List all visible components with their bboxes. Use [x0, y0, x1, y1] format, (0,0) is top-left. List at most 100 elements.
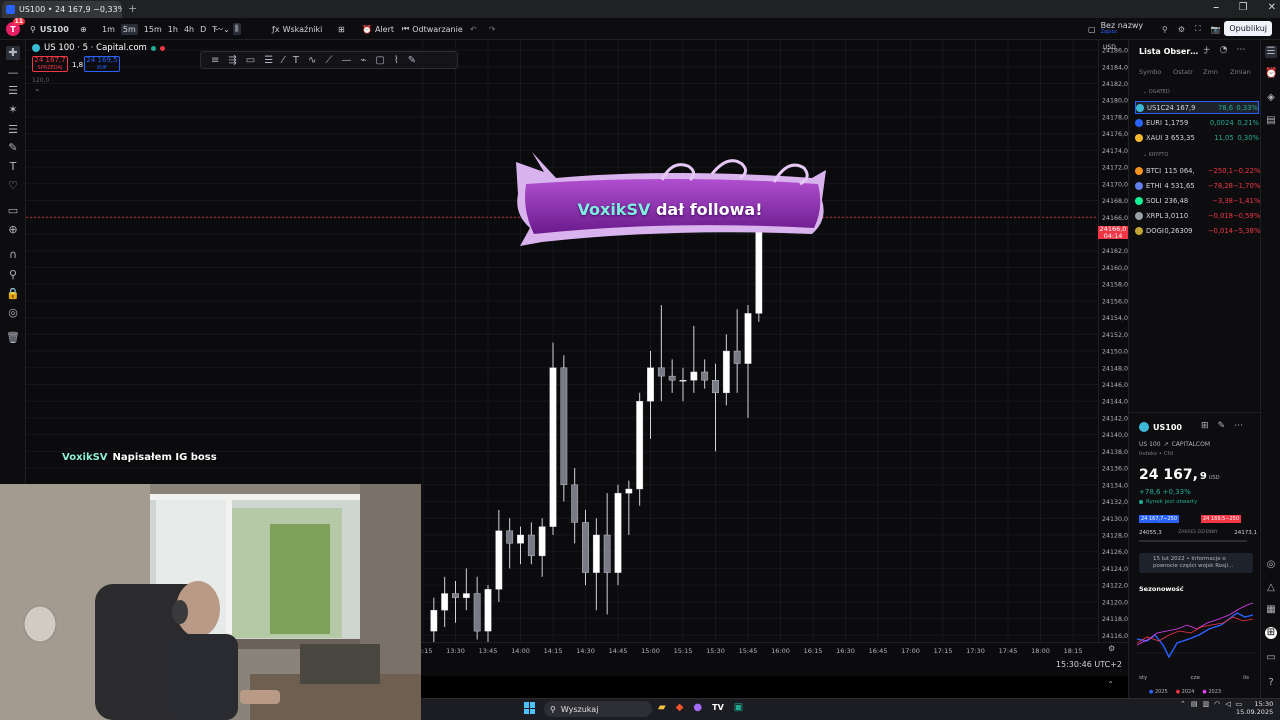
taskbar-clock[interactable]: 15:30 15.09.2025: [1236, 700, 1273, 716]
watchlist-row[interactable]: ETHI 4 531,65 −78,28 −1,70%: [1135, 179, 1260, 192]
calendar-icon[interactable]: ▦: [1265, 604, 1277, 616]
more-icon[interactable]: ⋯: [1234, 421, 1243, 431]
grid-view-icon[interactable]: ⊞: [1201, 421, 1209, 431]
col-symbol[interactable]: Symbo: [1139, 68, 1173, 76]
text-tool-icon[interactable]: T: [6, 160, 20, 174]
visibility-icon[interactable]: ◎: [6, 306, 20, 320]
edit-icon[interactable]: ✎: [1218, 421, 1226, 431]
ideas-icon[interactable]: △: [1265, 582, 1277, 594]
col-chg-pct[interactable]: Zmian: [1230, 68, 1259, 76]
watchlist-row[interactable]: US1C 24 167,9 78,6 0,33%: [1135, 101, 1259, 114]
seasonal-chart[interactable]: [1137, 595, 1255, 675]
minimize-icon[interactable]: ⎯: [1214, 2, 1219, 13]
collapse-legend-icon[interactable]: ⌃: [34, 88, 41, 97]
timeframe-5m[interactable]: 5m: [120, 23, 138, 35]
discord-icon[interactable]: ●: [693, 702, 702, 713]
timeframe-15m[interactable]: 15m: [144, 25, 162, 34]
app-icon[interactable]: ▣: [734, 702, 743, 713]
quick-search-icon[interactable]: ⚲: [1162, 25, 1168, 34]
camera-icon[interactable]: 📷: [1211, 25, 1221, 34]
panel-icon[interactable]: ▭: [1265, 652, 1277, 664]
target-icon[interactable]: ◎: [1265, 559, 1277, 571]
rectangle-icon[interactable]: ▭: [246, 55, 255, 66]
indicators-button[interactable]: ƒx Wskaźniki: [272, 18, 322, 40]
alert-button[interactable]: ⏰ Alert: [362, 18, 394, 40]
settings-icon[interactable]: ⚙: [1178, 25, 1185, 34]
price-scale[interactable]: USD 24186,0 24184,0 24182,0 24180,0 24178,0 2…: [1098, 40, 1128, 642]
timeframe-1h[interactable]: 1h: [168, 25, 178, 34]
watchlist-row[interactable]: EURI 1,1759 0,0024 0,21%: [1135, 116, 1259, 129]
undo-icon[interactable]: ↶: [470, 25, 477, 34]
layouts-button[interactable]: ⊞: [338, 18, 345, 40]
layers-icon[interactable]: ◈: [1265, 92, 1277, 104]
ruler-icon[interactable]: ▭: [6, 204, 20, 218]
time-axis[interactable]: 13:15 13:30 13:45 14:00 14:15 14:30 14:45 15:00…: [414, 642, 1128, 656]
help-icon[interactable]: ?: [1265, 677, 1277, 689]
fib-retracement-icon[interactable]: ☰: [264, 55, 273, 66]
brave-icon[interactable]: ◆: [676, 702, 684, 713]
candles-icon[interactable]: ⫼: [233, 23, 241, 35]
magnet-icon[interactable]: ∩: [6, 248, 20, 262]
details-ask[interactable]: 24 169,5−250: [1201, 515, 1241, 523]
line-icon[interactable]: ⁄: [282, 55, 284, 66]
user-avatar[interactable]: 11 T: [6, 18, 25, 36]
watchlist-row[interactable]: XAUI 3 653,35 11,05 0,30%: [1135, 131, 1259, 144]
speaker-icon[interactable]: ◁: [1225, 700, 1230, 708]
seasonal-title[interactable]: Sezonowość: [1139, 585, 1184, 593]
timeframe-4h[interactable]: 4h: [184, 25, 194, 34]
pen-icon[interactable]: ✎: [408, 55, 416, 66]
legend-title[interactable]: US 100 · 5 · Capital.com: [44, 43, 147, 53]
watchlist-row[interactable]: XRPL 3,0110 −0,018 −0,59%: [1135, 209, 1260, 222]
timeframe-1m[interactable]: 1m: [102, 25, 115, 34]
details-symbol[interactable]: US100: [1153, 423, 1182, 432]
more-icon[interactable]: ⋯: [1236, 45, 1245, 55]
callout-icon[interactable]: ▢: [375, 55, 384, 66]
forecast-icon[interactable]: ☰: [6, 123, 20, 137]
col-chg[interactable]: Zmn: [1203, 68, 1230, 76]
tradingview-app-icon[interactable]: TV: [712, 703, 724, 712]
vertical-line-icon[interactable]: ⌇: [394, 55, 399, 66]
currency-label[interactable]: USD: [1103, 44, 1116, 51]
col-last[interactable]: Ostatr: [1173, 68, 1203, 76]
apps-icon[interactable]: ⊞: [1265, 627, 1277, 639]
wifi-icon[interactable]: ◠: [1214, 700, 1220, 708]
watchlist-icon[interactable]: ☰: [1265, 46, 1277, 58]
close-window-icon[interactable]: ✕: [1268, 2, 1276, 13]
trash-icon[interactable]: 🗑: [6, 331, 20, 345]
publish-button[interactable]: Opublikuj: [1224, 21, 1272, 36]
external-link-icon[interactable]: ↗: [1164, 441, 1169, 448]
chat-icon[interactable]: ▤: [1265, 115, 1277, 127]
chevron-up-icon[interactable]: ⌃: [1180, 700, 1186, 708]
fib-icon[interactable]: ☰: [6, 84, 20, 98]
stay-drawing-icon[interactable]: ⚲: [6, 268, 20, 282]
horizontal-line-icon[interactable]: —: [341, 55, 351, 66]
browser-tab[interactable]: US100 • 24 167,9 −0,33% / Bez… ✕: [2, 1, 122, 18]
watchlist-row[interactable]: SOLI 236,48 −3,38 −1,41%: [1135, 194, 1260, 207]
symbol-search[interactable]: ⚲ US100: [30, 18, 69, 40]
alerts-icon[interactable]: ⏰: [1265, 68, 1277, 80]
drag-handle-icon[interactable]: ≡: [211, 55, 219, 66]
lock-icon[interactable]: 🔒: [6, 287, 20, 301]
new-tab-button[interactable]: +: [128, 2, 137, 15]
arrow-icon[interactable]: ⌁: [360, 55, 366, 66]
ray-icon[interactable]: ⟋: [325, 55, 332, 66]
maximize-icon[interactable]: ❐: [1239, 2, 1248, 13]
news-item[interactable]: 15 lut 2022 • Informacje o powrocie częś…: [1139, 553, 1253, 573]
add-symbol-button[interactable]: ⊕: [80, 18, 87, 40]
brush-icon[interactable]: ✎: [6, 141, 20, 155]
language-icon[interactable]: ▥: [1203, 700, 1210, 708]
watchlist-row[interactable]: BTCI 115 064, −250,1 −0,22%: [1135, 164, 1260, 177]
zoom-icon[interactable]: ⊕: [6, 223, 20, 237]
redo-icon[interactable]: ↷: [489, 25, 496, 34]
parallel-channel-icon[interactable]: ⇶: [228, 55, 236, 66]
axis-settings-icon[interactable]: ⚙: [1108, 644, 1115, 653]
layout-name-button[interactable]: ▢ Bez nazwy Zapisz: [1088, 18, 1143, 40]
watchlist-row[interactable]: DOGI 0,26309 −0,014 −5,38%: [1135, 224, 1260, 237]
utc-time[interactable]: 15:30:46 UTC+2: [1056, 660, 1122, 669]
windows-start-icon[interactable]: [524, 702, 536, 714]
fullscreen-icon[interactable]: ⛶: [1195, 24, 1201, 34]
icons-tool-icon[interactable]: ♡: [6, 179, 20, 193]
trend-line-icon[interactable]: —: [6, 66, 20, 80]
details-bid[interactable]: 24 167,7−250: [1139, 515, 1179, 523]
line-chart-icon[interactable]: 〰: [215, 24, 223, 35]
